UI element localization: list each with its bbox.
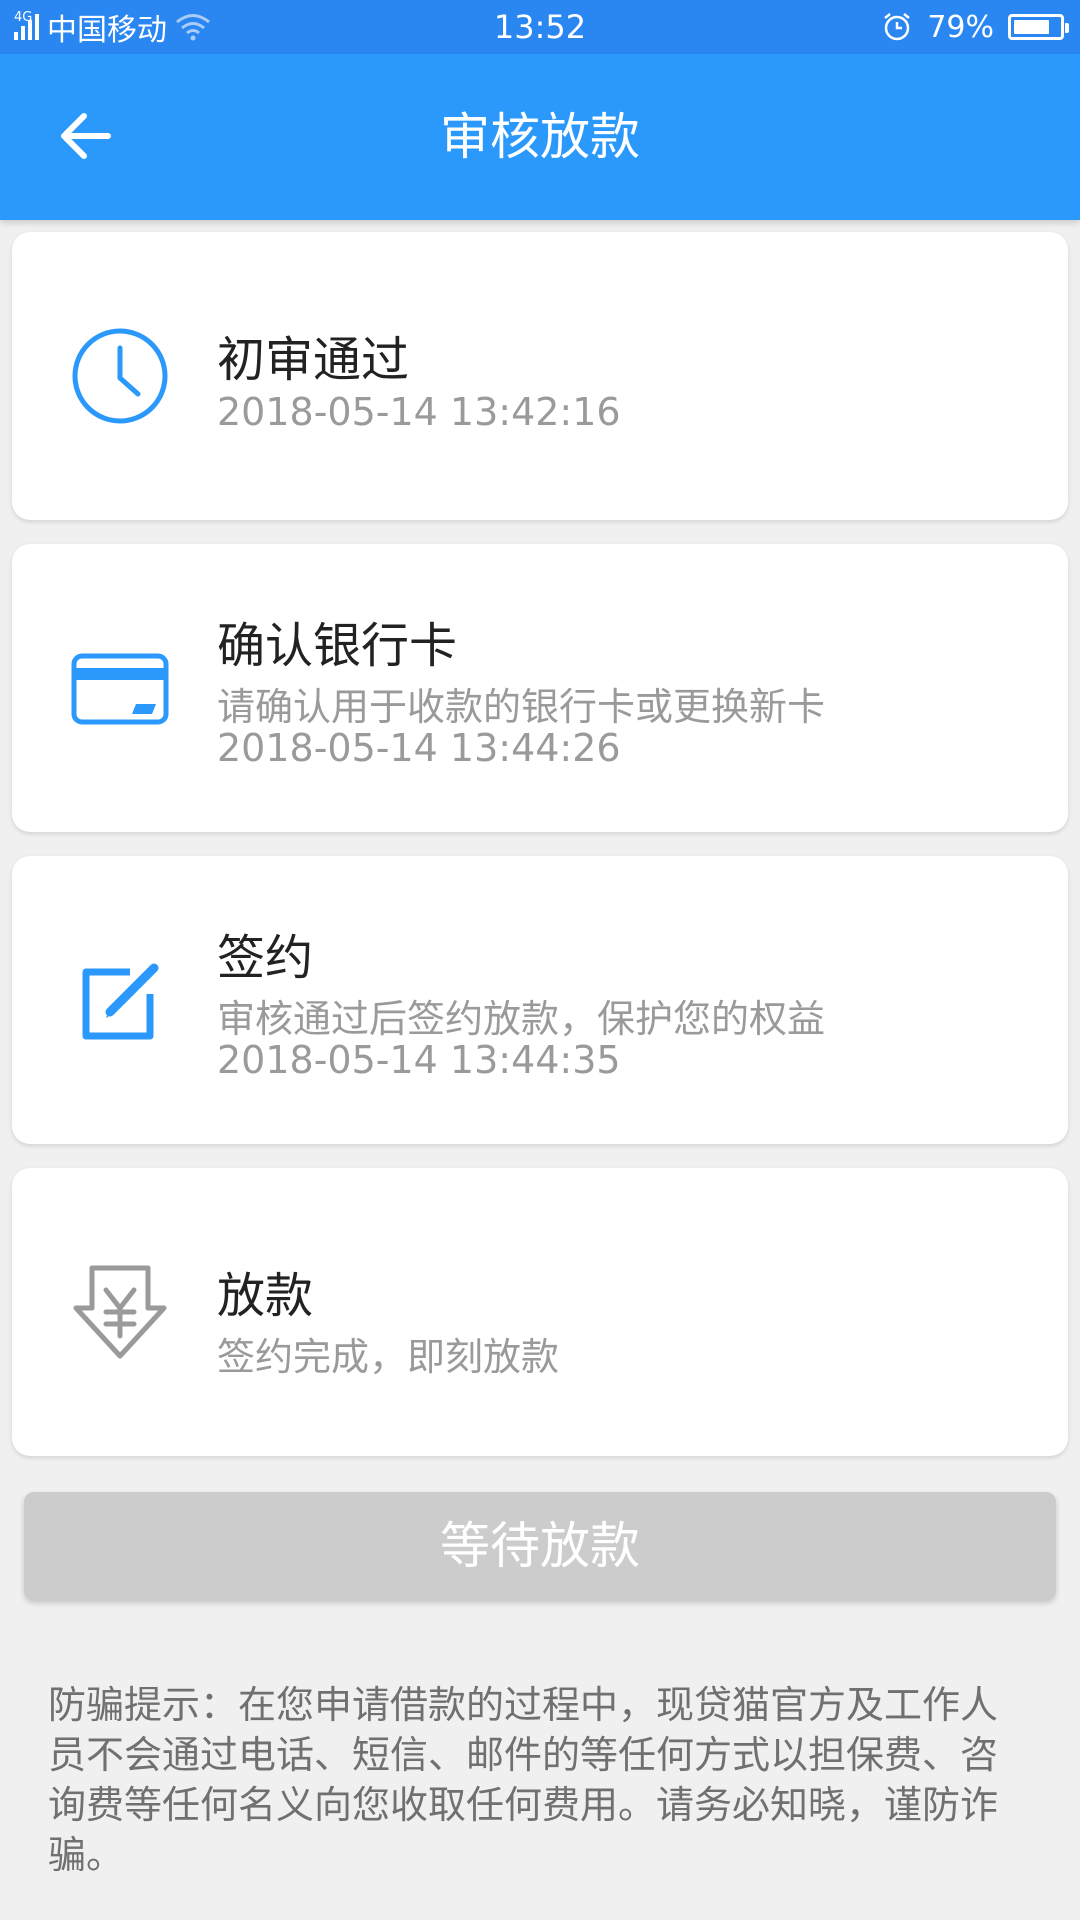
waiting-disbursement-button[interactable]: 等待放款: [24, 1492, 1056, 1600]
status-right: 79%: [881, 0, 1069, 54]
step-card-initial-review: 初审通过 2018-05-14 13:42:16: [12, 232, 1068, 520]
app-header: 审核放款: [0, 54, 1080, 220]
step-card-sign[interactable]: 签约 审核通过后签约放款，保护您的权益 2018-05-14 13:44:35: [12, 856, 1068, 1144]
status-bar: 4G 中国移动 13:52 79%: [0, 0, 1080, 54]
anti-fraud-notice: 防骗提示：在您申请借款的过程中，现贷猫官方及工作人员不会通过电话、短信、邮件的等…: [48, 1683, 999, 1877]
step-card-confirm-bank-card[interactable]: 确认银行卡 请确认用于收款的银行卡或更换新卡 2018-05-14 13:44:…: [12, 544, 1068, 832]
alarm-icon: [884, 13, 911, 41]
step-title: 放款: [217, 1268, 314, 1324]
step-description: 请确认用于收款的银行卡或更换新卡: [217, 685, 826, 729]
clock-icon: [70, 326, 170, 426]
battery-icon: [1008, 14, 1069, 40]
step-time: 2018-05-14 13:44:26: [217, 726, 621, 770]
edit-icon: [70, 950, 170, 1050]
bank-card-icon: [70, 638, 170, 738]
step-title: 确认银行卡: [217, 618, 458, 674]
step-card-disburse: 放款 签约完成，即刻放款: [12, 1168, 1068, 1456]
step-description: 签约完成，即刻放款: [217, 1335, 560, 1379]
step-description: 审核通过后签约放款，保护您的权益: [217, 997, 826, 1041]
battery-fill: [1014, 20, 1049, 34]
yuan-download-icon: [70, 1262, 170, 1362]
step-title: 初审通过: [217, 332, 410, 388]
battery-percent: 79%: [927, 9, 994, 45]
step-title: 签约: [217, 930, 314, 986]
page-title: 审核放款: [440, 108, 640, 166]
step-time: 2018-05-14 13:42:16: [217, 390, 621, 434]
step-time: 2018-05-14 13:44:35: [217, 1038, 621, 1082]
